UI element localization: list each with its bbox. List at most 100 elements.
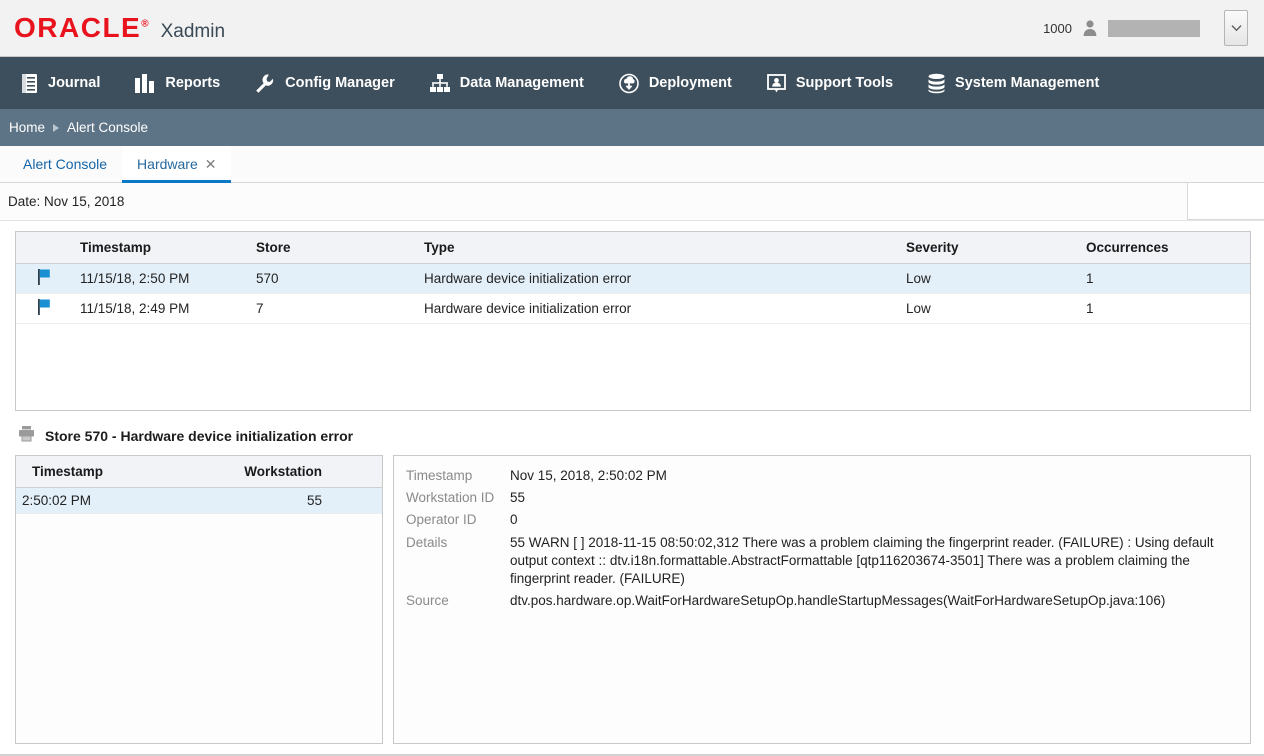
cell-occ-timestamp: 2:50:02 PM	[16, 488, 228, 514]
nav-label-support-tools: Support Tools	[796, 75, 893, 91]
database-icon	[927, 73, 946, 94]
caret-right-icon	[53, 124, 59, 132]
global-navigation: Journal Reports Config Manager	[0, 57, 1264, 109]
occurrences-table: Timestamp Workstation 2:50:02 PM 55	[16, 456, 382, 514]
close-icon[interactable]: ✕	[205, 157, 217, 171]
field-label-operator-id: Operator ID	[406, 510, 510, 532]
bar-chart-icon	[134, 73, 156, 94]
field-source: Source dtv.pos.hardware.op.WaitForHardwa…	[406, 591, 1238, 613]
breadcrumb-current: Alert Console	[67, 120, 148, 135]
flag-icon	[38, 269, 68, 288]
sitemap-icon	[429, 73, 451, 94]
field-operator-id: Operator ID 0	[406, 510, 1238, 532]
date-label: Date: Nov 15, 2018	[8, 194, 124, 209]
occurrences-header-row: Timestamp Workstation	[16, 456, 382, 488]
alerts-table: Timestamp Store Type Severity Occurrence…	[16, 232, 1250, 324]
detail-field-list: Timestamp Nov 15, 2018, 2:50:02 PM Works…	[406, 466, 1238, 614]
nav-label-data-management: Data Management	[460, 75, 584, 91]
person-icon	[1082, 19, 1098, 37]
alerts-table-head: Timestamp Store Type Severity Occurrence…	[16, 232, 1250, 264]
col-header-timestamp[interactable]: Timestamp	[74, 232, 250, 264]
brand[interactable]: ORACLE® Xadmin	[14, 14, 225, 43]
nav-label-journal: Journal	[48, 75, 100, 91]
nav-item-support-tools[interactable]: Support Tools	[766, 73, 893, 94]
detail-title: Store 570 - Hardware device initializati…	[45, 428, 353, 444]
wrench-icon	[254, 73, 276, 94]
alerts-table-body: 11/15/18, 2:50 PM 570 Hardware device in…	[16, 264, 1250, 324]
tab-alert-console[interactable]: Alert Console	[8, 146, 122, 182]
cell-type: Hardware device initialization error	[418, 264, 900, 294]
field-details: Details 55 WARN [ ] 2018-11-15 08:50:02,…	[406, 533, 1238, 592]
field-workstation-id: Workstation ID 55	[406, 488, 1238, 510]
nav-item-system-management[interactable]: System Management	[927, 73, 1099, 94]
field-value-details: 55 WARN [ ] 2018-11-15 08:50:02,312 Ther…	[510, 533, 1238, 592]
cell-timestamp: 11/15/18, 2:50 PM	[74, 264, 250, 294]
nav-label-deployment: Deployment	[649, 75, 732, 91]
field-label-source: Source	[406, 591, 510, 613]
user-badge-icon	[766, 73, 787, 94]
registered-mark: ®	[141, 18, 148, 29]
nav-label-system-management: System Management	[955, 75, 1099, 91]
printer-icon	[18, 425, 35, 447]
row-flag-cell[interactable]	[16, 264, 74, 294]
field-timestamp: Timestamp Nov 15, 2018, 2:50:02 PM	[406, 466, 1238, 488]
app-name: Xadmin	[161, 21, 225, 43]
nav-item-config-manager[interactable]: Config Manager	[254, 73, 395, 94]
nav-label-reports: Reports	[165, 75, 220, 91]
cell-store: 570	[250, 264, 418, 294]
field-value-operator-id: 0	[510, 510, 1238, 532]
col-header-occ-timestamp[interactable]: Timestamp	[16, 456, 228, 488]
cell-occurrences: 1	[1080, 264, 1250, 294]
breadcrumb-home[interactable]: Home	[9, 120, 45, 135]
field-label-workstation-id: Workstation ID	[406, 488, 510, 510]
cell-occurrences: 1	[1080, 294, 1250, 324]
field-value-source: dtv.pos.hardware.op.WaitForHardwareSetup…	[510, 591, 1238, 613]
field-value-workstation-id: 55	[510, 488, 1238, 510]
tab-label-hardware: Hardware	[137, 156, 198, 172]
cell-severity: Low	[900, 264, 1080, 294]
col-header-occurrences[interactable]: Occurrences	[1080, 232, 1250, 264]
cell-occ-workstation: 55	[228, 488, 382, 514]
alerts-table-container: Timestamp Store Type Severity Occurrence…	[15, 231, 1251, 411]
toolbar-right-panel	[1187, 183, 1264, 220]
user-name-redacted	[1108, 20, 1200, 37]
chevron-down-icon	[1231, 24, 1242, 32]
detail-fields-panel: Timestamp Nov 15, 2018, 2:50:02 PM Works…	[393, 455, 1251, 744]
user-menu-button[interactable]	[1224, 10, 1248, 46]
tab-hardware[interactable]: Hardware ✕	[122, 146, 231, 182]
table-row[interactable]: 11/15/18, 2:49 PM 7 Hardware device init…	[16, 294, 1250, 324]
cloud-download-icon	[618, 73, 640, 94]
nav-item-reports[interactable]: Reports	[134, 73, 220, 94]
tab-strip: Alert Console Hardware ✕	[0, 146, 1264, 183]
journal-icon	[20, 73, 39, 94]
detail-body: Timestamp Workstation 2:50:02 PM 55 Time…	[15, 455, 1251, 744]
oracle-logo-text: ORACLE	[14, 12, 141, 43]
table-row[interactable]: 11/15/18, 2:50 PM 570 Hardware device in…	[16, 264, 1250, 294]
cell-type: Hardware device initialization error	[418, 294, 900, 324]
oracle-logo: ORACLE®	[14, 14, 149, 42]
col-header-type[interactable]: Type	[418, 232, 900, 264]
row-flag-cell[interactable]	[16, 294, 74, 324]
cell-store: 7	[250, 294, 418, 324]
occurrences-table-body: 2:50:02 PM 55	[16, 488, 382, 514]
cell-severity: Low	[900, 294, 1080, 324]
nav-item-deployment[interactable]: Deployment	[618, 73, 732, 94]
col-header-severity[interactable]: Severity	[900, 232, 1080, 264]
table-row[interactable]: 2:50:02 PM 55	[16, 488, 382, 514]
date-toolbar: Date: Nov 15, 2018	[0, 183, 1264, 221]
page-content: Date: Nov 15, 2018 Timestamp Store Type …	[0, 183, 1264, 756]
masthead: ORACLE® Xadmin 1000	[0, 0, 1264, 57]
nav-item-journal[interactable]: Journal	[20, 73, 100, 94]
flag-icon	[38, 299, 68, 318]
occurrences-table-container: Timestamp Workstation 2:50:02 PM 55	[15, 455, 383, 744]
field-value-timestamp: Nov 15, 2018, 2:50:02 PM	[510, 466, 1238, 488]
alerts-header-row: Timestamp Store Type Severity Occurrence…	[16, 232, 1250, 264]
field-label-details: Details	[406, 533, 510, 592]
col-header-occ-workstation[interactable]: Workstation	[228, 456, 382, 488]
detail-header: Store 570 - Hardware device initializati…	[18, 425, 1264, 447]
col-header-flag[interactable]	[16, 232, 74, 264]
user-number: 1000	[1043, 21, 1072, 36]
col-header-store[interactable]: Store	[250, 232, 418, 264]
nav-item-data-management[interactable]: Data Management	[429, 73, 584, 94]
cell-timestamp: 11/15/18, 2:49 PM	[74, 294, 250, 324]
